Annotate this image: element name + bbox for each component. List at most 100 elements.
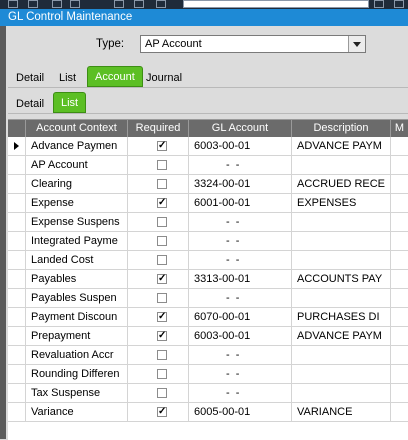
table-row[interactable]: AP Account - - [8,156,408,175]
required-cell [128,175,189,193]
table-row[interactable]: Advance Paymen ✓ 6003-00-01 ADVANCE PAYM [8,137,408,156]
gl-account-value: 3324-00-01 [194,178,251,190]
gl-account-cell[interactable]: - - [189,232,292,250]
table-row[interactable]: Revaluation Accr - - [8,346,408,365]
gl-account-cell[interactable]: - - [189,156,292,174]
required-checkbox[interactable] [157,293,167,303]
row-selector[interactable] [8,194,26,212]
chevron-down-icon[interactable] [348,36,365,52]
tool-icon[interactable] [52,0,62,8]
table-row[interactable]: Payment Discoun ✓ 6070-00-01 PURCHASES DI [8,308,408,327]
tab-detail[interactable]: Detail [9,69,51,87]
row-selector[interactable] [8,346,26,364]
type-select-value: AP Account [145,38,202,50]
description-cell: EXPENSES [292,194,391,212]
search-input[interactable] [183,0,369,8]
required-checkbox[interactable]: ✓ [157,312,167,322]
row-selector[interactable] [8,232,26,250]
row-selector[interactable] [8,156,26,174]
table-row[interactable]: Clearing 3324-00-01 ACCRUED RECE [8,175,408,194]
account-context-cell: Landed Cost [26,251,128,269]
tool-icon[interactable] [70,0,80,8]
gl-account-value: 6005-00-01 [194,406,251,418]
gl-account-cell[interactable]: - - [189,365,292,383]
table-row[interactable]: Expense ✓ 6001-00-01 EXPENSES [8,194,408,213]
tool-icon[interactable] [156,0,166,8]
required-cell [128,251,189,269]
account-context-cell: Prepayment [26,327,128,345]
header-description[interactable]: Description [292,120,391,137]
account-context-cell: Payables [26,270,128,288]
gl-account-value: - - [226,292,240,304]
table-row[interactable]: Integrated Payme - - [8,232,408,251]
required-checkbox[interactable] [157,160,167,170]
required-checkbox[interactable] [157,369,167,379]
tool-icon[interactable] [134,0,144,8]
required-checkbox[interactable] [157,255,167,265]
table-row[interactable]: Rounding Differen - - [8,365,408,384]
tool-icon[interactable] [394,0,404,8]
m-cell [391,194,408,212]
gl-account-cell[interactable]: - - [189,346,292,364]
header-gl-account[interactable]: GL Account [189,120,292,137]
m-cell [391,365,408,383]
gl-account-cell[interactable]: - - [189,213,292,231]
row-selector[interactable] [8,213,26,231]
gl-account-cell[interactable]: - - [189,251,292,269]
gl-account-cell[interactable]: 3324-00-01 [189,175,292,193]
table-row[interactable]: Tax Suspense - - [8,384,408,403]
row-selector[interactable] [8,327,26,345]
row-selector[interactable] [8,137,26,155]
gl-account-cell[interactable]: 6003-00-01 [189,137,292,155]
gl-account-cell[interactable]: - - [189,384,292,402]
row-selector[interactable] [8,175,26,193]
gl-account-cell[interactable]: 6001-00-01 [189,194,292,212]
table-row[interactable]: Prepayment ✓ 6003-00-01 ADVANCE PAYM [8,327,408,346]
header-required[interactable]: Required [128,120,189,137]
ledger-icon[interactable] [28,0,38,8]
tab-journal[interactable]: Journal [139,69,189,87]
gl-account-cell[interactable]: 3313-00-01 [189,270,292,288]
gl-account-grid[interactable]: Account Context Required GL Account Desc… [8,119,408,440]
required-checkbox[interactable] [157,350,167,360]
subtab-list[interactable]: List [53,92,87,113]
gl-account-cell[interactable]: 6005-00-01 [189,403,292,421]
row-selector[interactable] [8,308,26,326]
tab-list[interactable]: List [52,69,83,87]
row-selector[interactable] [8,251,26,269]
gl-account-cell[interactable]: - - [189,289,292,307]
row-selector[interactable] [8,289,26,307]
table-row[interactable]: Variance ✓ 6005-00-01 VARIANCE [8,403,408,422]
account-context-cell: Integrated Payme [26,232,128,250]
tool-icon[interactable] [114,0,124,8]
table-row[interactable]: Landed Cost - - [8,251,408,270]
required-checkbox[interactable]: ✓ [157,141,167,151]
required-checkbox[interactable] [157,179,167,189]
row-selector[interactable] [8,365,26,383]
gl-account-cell[interactable]: 6070-00-01 [189,308,292,326]
tab-account[interactable]: Account [87,66,143,87]
header-account-context[interactable]: Account Context [26,120,128,137]
row-selector[interactable] [8,270,26,288]
required-checkbox[interactable]: ✓ [157,407,167,417]
required-checkbox[interactable] [157,217,167,227]
required-cell: ✓ [128,308,189,326]
required-checkbox[interactable] [157,388,167,398]
gl-account-cell[interactable]: 6003-00-01 [189,327,292,345]
required-checkbox[interactable] [157,236,167,246]
type-select[interactable]: AP Account [140,35,366,53]
table-row[interactable]: Expense Suspens - - [8,213,408,232]
row-selector[interactable] [8,403,26,421]
m-cell [391,403,408,421]
row-selector[interactable] [8,384,26,402]
required-checkbox[interactable]: ✓ [157,198,167,208]
subtab-detail[interactable]: Detail [9,95,51,113]
required-checkbox[interactable]: ✓ [157,331,167,341]
window-icon[interactable] [8,0,18,8]
table-row[interactable]: Payables ✓ 3313-00-01 ACCOUNTS PAY [8,270,408,289]
header-m[interactable]: M [391,120,408,137]
required-checkbox[interactable]: ✓ [157,274,167,284]
required-cell: ✓ [128,327,189,345]
tool-icon[interactable] [374,0,384,8]
table-row[interactable]: Payables Suspen - - [8,289,408,308]
